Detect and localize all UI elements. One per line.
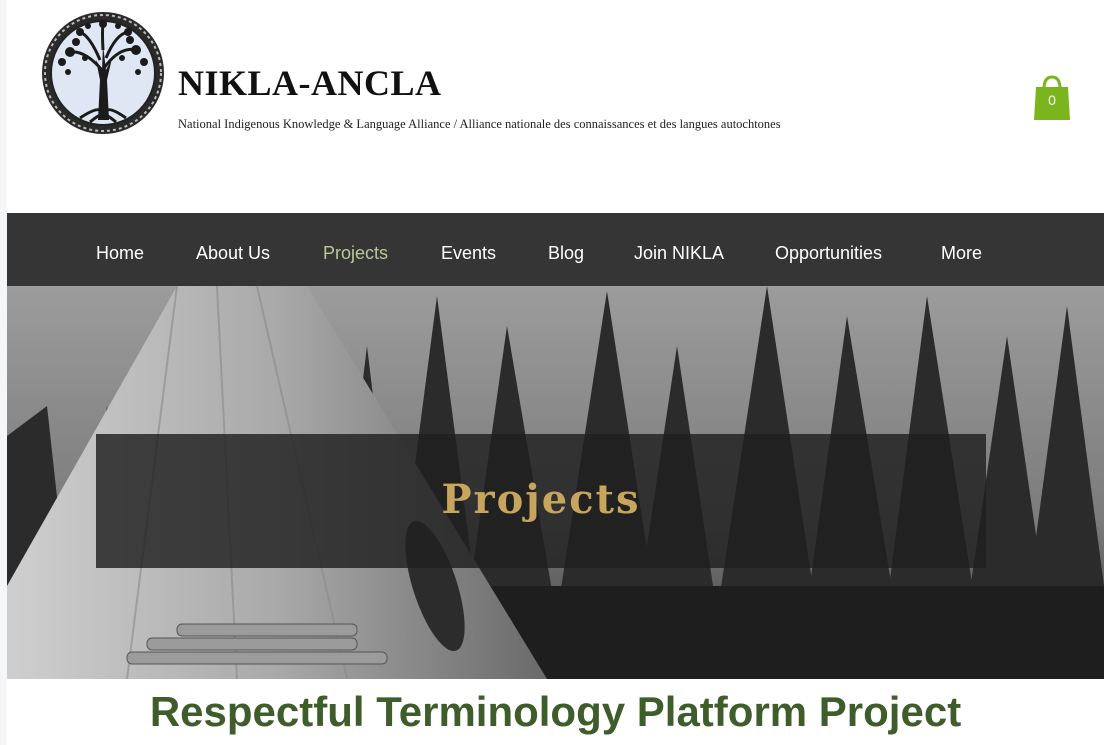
site-title[interactable]: NIKLA-ANCLA xyxy=(178,62,442,104)
cart-count: 0 xyxy=(1048,92,1056,108)
hero-title: Projects xyxy=(441,476,641,523)
nav-item-blog[interactable]: Blog xyxy=(548,213,584,286)
site-logo[interactable] xyxy=(40,10,166,136)
nav-item-opportunities[interactable]: Opportunities xyxy=(775,213,882,286)
site-tagline: National Indigenous Knowledge & Language… xyxy=(178,117,781,131)
page-heading: Respectful Terminology Platform Project xyxy=(149,688,962,735)
hero-title-panel: Projects xyxy=(96,434,986,568)
cart-button[interactable]: 0 xyxy=(1033,75,1071,121)
nav-item-more[interactable]: More xyxy=(941,213,982,286)
main-nav: Home About Us Projects Events Blog Join … xyxy=(7,213,1104,286)
nav-item-home[interactable]: Home xyxy=(96,213,144,286)
nav-item-about-us[interactable]: About Us xyxy=(196,213,270,286)
page: NIKLA-ANCLA National Indigenous Knowledg… xyxy=(7,0,1104,745)
nav-item-events[interactable]: Events xyxy=(441,213,496,286)
nav-item-join-nikla[interactable]: Join NIKLA xyxy=(634,213,724,286)
nav-item-projects[interactable]: Projects xyxy=(323,213,388,286)
tree-of-life-icon xyxy=(42,12,164,134)
hero-banner: Projects xyxy=(7,286,1104,679)
